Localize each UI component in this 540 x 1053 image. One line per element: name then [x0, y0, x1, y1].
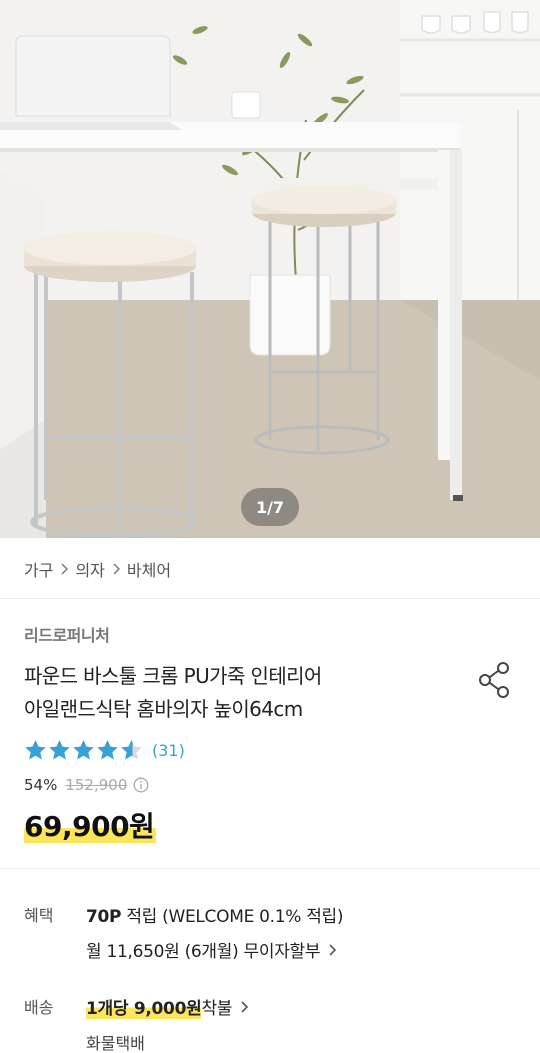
star-half-icon: [121, 739, 142, 760]
product-image[interactable]: 1/7: [0, 0, 540, 538]
product-title-line2: 아일랜드식탁 홈바의자 높이64cm: [24, 697, 303, 721]
info-icon[interactable]: [133, 777, 149, 793]
points-value: 70P: [86, 907, 122, 927]
review-count-link[interactable]: (31): [152, 741, 185, 760]
installment-link[interactable]: 월 11,650원 (6개월) 무이자할부: [86, 937, 340, 962]
star-full-icon: [25, 739, 46, 760]
chevron-right-icon: [329, 943, 337, 956]
brand-name[interactable]: 리드로퍼니처: [24, 622, 110, 646]
product-title: 파운드 바스툴 크롬 PU가죽 인테리어 아일랜드식탁 홈바의자 높이64cm: [24, 660, 464, 726]
shipping-fee: 1개당 9,000원: [86, 994, 202, 1019]
divider: [0, 868, 540, 876]
shipping-fee-link[interactable]: 1개당 9,000원 착불: [86, 994, 252, 1019]
star-full-icon: [73, 739, 94, 760]
points-info: 70P 적립 (WELCOME 0.1% 적립): [86, 902, 344, 927]
rating[interactable]: (31): [24, 738, 185, 762]
chevron-right-icon: [241, 1000, 249, 1013]
discount-rate: 54%: [24, 776, 58, 794]
star-full-icon: [49, 739, 70, 760]
original-price: 152,900: [65, 776, 128, 794]
sale-price: 69,900원: [24, 805, 157, 845]
rating-stars: [24, 739, 144, 761]
benefit-label: 혜택: [24, 906, 54, 925]
share-icon: [479, 662, 509, 698]
shipping-fee-type: 착불: [201, 999, 233, 1019]
share-button[interactable]: [472, 658, 516, 702]
shipping-method: 화물택배: [86, 1034, 145, 1053]
shipping-label: 배송: [24, 998, 54, 1017]
breadcrumb-item-bar-chair[interactable]: 바체어: [127, 557, 171, 581]
breadcrumb-item-furniture[interactable]: 가구: [24, 557, 53, 581]
divider: [0, 598, 540, 599]
chevron-right-icon: [61, 563, 69, 575]
installment-text: 월 11,650원 (6개월) 무이자할부: [86, 942, 321, 962]
points-description: 적립 (WELCOME 0.1% 적립): [121, 907, 344, 927]
breadcrumb-item-chair[interactable]: 의자: [75, 557, 104, 581]
original-price-line: 54% 152,900: [24, 774, 149, 796]
product-photo: [0, 0, 540, 538]
chevron-right-icon: [113, 563, 121, 575]
image-pager: 1/7: [241, 488, 299, 526]
breadcrumb: 가구 의자 바체어: [24, 556, 171, 582]
product-title-line1: 파운드 바스툴 크롬 PU가죽 인테리어: [24, 664, 322, 688]
star-full-icon: [97, 739, 118, 760]
sale-price-value: 69,900원: [24, 810, 157, 843]
